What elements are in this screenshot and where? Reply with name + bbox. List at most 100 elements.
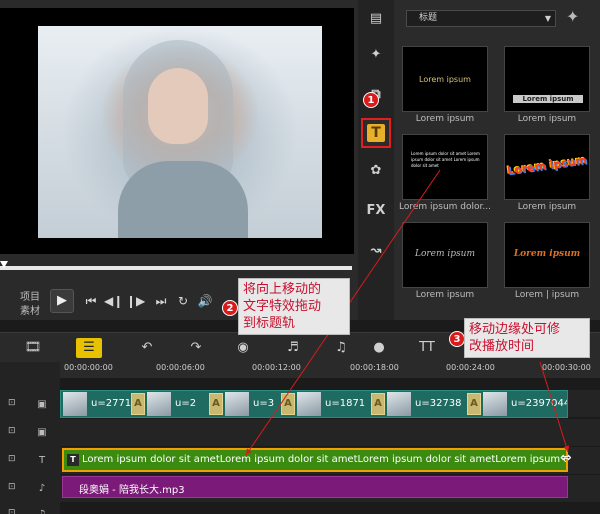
ruler-tick-label: 00:00:06:00 (156, 363, 205, 372)
video-track-header[interactable]: ⊡ ▣ (0, 392, 60, 418)
title-template-thumbnail[interactable]: Lorem ipsum Lorem ipsum (402, 46, 488, 126)
next-frame-icon: ❙▶ (126, 294, 146, 308)
title-template-thumbnail[interactable]: Lorem ipsum Lorem ipsum (504, 46, 590, 126)
video-clip-thumbnail (387, 392, 411, 416)
title-template-caption: Lorem | ipsum (514, 290, 580, 300)
category-dropdown[interactable]: 标题 ▼ (406, 10, 556, 27)
volume-button[interactable]: 🔊 (196, 292, 214, 310)
title-clip-text: Lorem ipsum dolor sit ametLorem ipsum do… (82, 454, 566, 465)
video-track-icon: ▣ (37, 399, 47, 410)
play-icon: ▶ (57, 293, 67, 308)
title-template-sample-text: Lorem ipsum (419, 75, 471, 84)
prev-frame-icon: ◀❙ (104, 294, 124, 308)
project-mode-label[interactable]: 项目 (20, 288, 40, 303)
voice-track-header[interactable]: ⊡ ♪ (0, 476, 60, 502)
clip-mode-label[interactable]: 素材 (20, 302, 40, 317)
redo-icon[interactable]: ↷ (185, 338, 207, 358)
video-clip-label: u=1871 (325, 398, 366, 409)
path-icon[interactable]: ↝ (365, 240, 387, 262)
undo-icon[interactable]: ↶ (136, 338, 158, 358)
transition-marker[interactable]: A (467, 393, 481, 415)
title-template-thumbnail[interactable]: Lorem ipsum dolor sit amet Lorem ipsum d… (399, 134, 491, 214)
ruler-tick-label: 00:00:18:00 (350, 363, 399, 372)
video-clip[interactable]: u=1871 (295, 391, 371, 417)
title-tool-button[interactable]: T (361, 118, 391, 148)
video-clip[interactable]: u=32738 (385, 391, 467, 417)
video-clip-label: u=2771 (91, 398, 132, 409)
media-library-icon[interactable]: ▤ (365, 8, 387, 30)
title-template-caption: Lorem ipsum dolor... (399, 202, 491, 212)
transition-marker[interactable]: A (281, 393, 295, 415)
library-panel: 标题 ▼ ✦ Lorem ipsum Lorem ipsum Lorem ipsum… (394, 0, 600, 320)
library-side-toolbar: ▤✦⧉✿FX↝ T (358, 0, 394, 320)
title-template-preview: Lorem ipsum (402, 46, 488, 112)
title-template-thumbnail[interactable]: Lorem ipsum Lorem | ipsum (504, 222, 590, 302)
timeline-ruler[interactable]: 00:00:00:00 00:00:06:00 00:00:12:00 00:00:1… (60, 362, 600, 378)
title-template-thumbnail[interactable]: Lorem ipsum Lorem ipsum (402, 222, 488, 302)
annotation-note-drag: 将向上移动的 文字特效拖动 到标题轨 (238, 278, 350, 335)
sound-mixer-icon[interactable]: ♬ (282, 338, 304, 358)
video-clip-thumbnail (225, 392, 249, 416)
prev-frame-button[interactable]: ◀❙ (104, 292, 124, 310)
jump-end-button[interactable]: ⏭ (152, 292, 170, 310)
preview-video-frame (38, 26, 322, 238)
title-template-sample-text: Lorem ipsum (513, 249, 581, 259)
scrubber-handle[interactable] (0, 261, 8, 268)
title-template-preview: Lorem ipsum (504, 134, 590, 200)
chevron-down-icon: ▼ (544, 14, 551, 23)
transition-marker[interactable]: A (371, 393, 385, 415)
title-template-thumbnail[interactable]: Lorem ipsum Lorem ipsum (504, 134, 590, 214)
audio-clip[interactable]: 段奥娟 - 陪我长大.mp3 (62, 476, 568, 498)
add-to-library-icon[interactable]: ✦ (566, 7, 579, 26)
title-template-sample-text: Lorem ipsum (513, 95, 583, 103)
preview-scrubber-track[interactable] (0, 266, 352, 270)
lock-icon[interactable]: ⊡ (8, 398, 16, 408)
jump-start-button[interactable]: ⏮ (82, 292, 100, 310)
play-button[interactable]: ▶ (50, 289, 74, 313)
ruler-tick-label: 00:00:24:00 (446, 363, 495, 372)
lock-icon[interactable]: ⊡ (8, 426, 16, 436)
ruler-tick-label: 00:00:00:00 (64, 363, 113, 372)
filter-fx-icon[interactable]: FX (365, 200, 387, 222)
jump-end-icon: ⏭ (155, 294, 167, 308)
video-clip[interactable]: u=2 (145, 391, 209, 417)
overlay-track-header[interactable]: ⊡ ▣ (0, 420, 60, 446)
resize-cursor-icon: ⇔ (560, 450, 572, 466)
music-track-header[interactable]: ⊡♫ (0, 502, 60, 514)
record-capture-icon[interactable]: ◉ (232, 338, 254, 358)
video-clip[interactable]: u=2397044 (481, 391, 567, 417)
repeat-button[interactable]: ↻ (174, 292, 192, 310)
jump-start-icon: ⏮ (85, 294, 97, 308)
auto-music-icon[interactable]: ♫ (330, 338, 352, 358)
title-template-sample-text: Lorem ipsum (506, 153, 588, 178)
video-clip-strip[interactable]: u=2771 Au=2 Au=3 Au=1871 Au=32738 Au=2397044 (60, 390, 568, 418)
graphics-icon[interactable]: ✿ (365, 160, 387, 182)
music-track-icon: ♫ (32, 506, 52, 514)
title-clip-badge: T (67, 454, 79, 466)
title-track-header[interactable]: ⊡ T (0, 448, 60, 474)
video-clip[interactable]: u=3 (223, 391, 281, 417)
video-clip-label: u=32738 (415, 398, 462, 409)
video-preview-screen[interactable] (0, 8, 354, 254)
next-frame-button[interactable]: ❙▶ (126, 292, 146, 310)
storyboard-view-icon[interactable]: 🎞 (22, 338, 44, 358)
overlay-icon[interactable]: ● (368, 338, 390, 358)
lock-icon[interactable]: ⊡ (8, 508, 16, 514)
track-headers: ⊡▣⊡▣⊡T⊡♪⊡♫ (0, 362, 60, 514)
video-clip-thumbnail (483, 392, 507, 416)
video-clip[interactable]: u=2771 (61, 391, 131, 417)
title-clip[interactable]: T Lorem ipsum dolor sit ametLorem ipsum … (62, 448, 568, 472)
title-safe-icon[interactable]: TT (416, 338, 438, 358)
video-clip-thumbnail (63, 392, 87, 416)
timeline-view-icon[interactable]: ☰ (76, 338, 102, 358)
video-clip-label: u=2 (175, 398, 197, 409)
transition-marker[interactable]: A (131, 393, 145, 415)
lock-icon[interactable]: ⊡ (8, 482, 16, 492)
title-template-caption: Lorem ipsum (415, 290, 475, 300)
instant-project-icon[interactable]: ✦ (365, 44, 387, 66)
overlay-track-lane[interactable] (60, 419, 600, 447)
lock-icon[interactable]: ⊡ (8, 454, 16, 464)
title-template-caption: Lorem ipsum (415, 114, 475, 124)
category-value: 标题 (419, 13, 438, 23)
transition-marker[interactable]: A (209, 393, 223, 415)
